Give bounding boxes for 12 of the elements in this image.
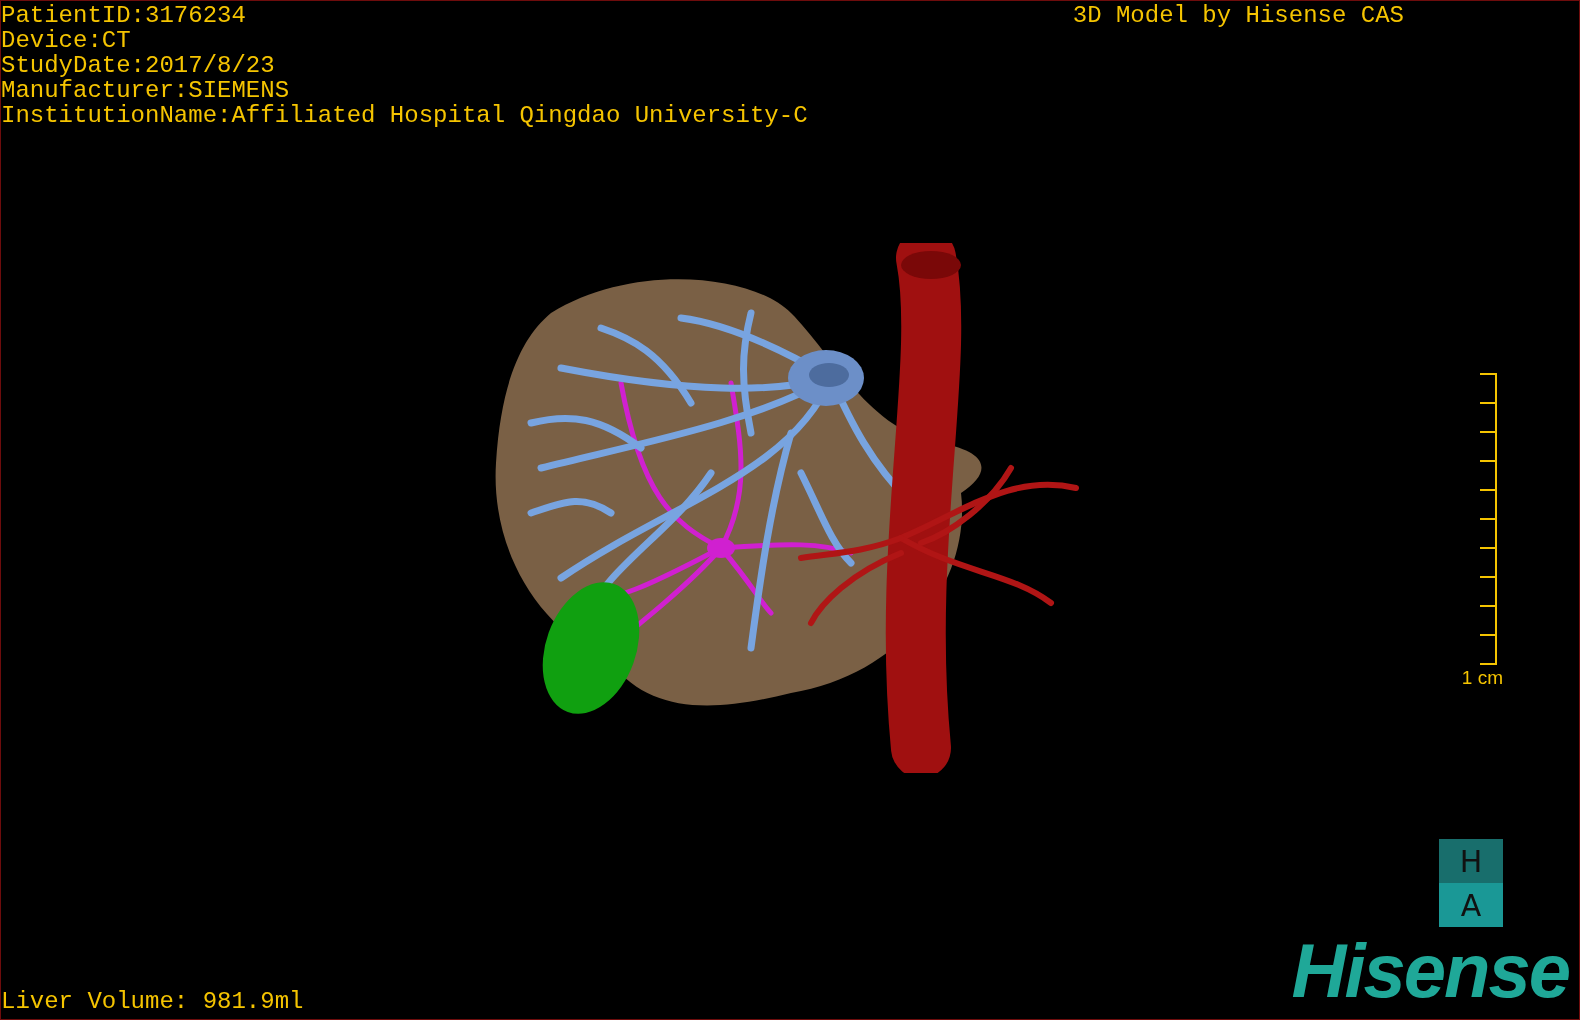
viewer-title: 3D Model by Hisense CAS bbox=[1072, 1, 1404, 28]
scale-label: 1 cm bbox=[1461, 667, 1503, 689]
orientation-marker: H bbox=[1439, 839, 1503, 883]
info-line: PatientID:3176234 bbox=[1, 3, 247, 28]
info-line: Device:CT bbox=[1, 28, 132, 53]
info-line: Manufacturer:SIEMENS bbox=[1, 78, 291, 103]
info-line: InstitutionName:Affiliated Hospital Qingdao University-C bbox=[1, 103, 808, 128]
orientation-marker: A bbox=[1439, 883, 1503, 927]
scale-bar-icon bbox=[1480, 373, 1497, 665]
logo: Hisense bbox=[1291, 939, 1569, 1003]
info-line: StudyDate:2017/8/23 bbox=[1, 53, 276, 78]
liver-volume: Liver Volume: 981.9ml bbox=[1, 989, 304, 1014]
